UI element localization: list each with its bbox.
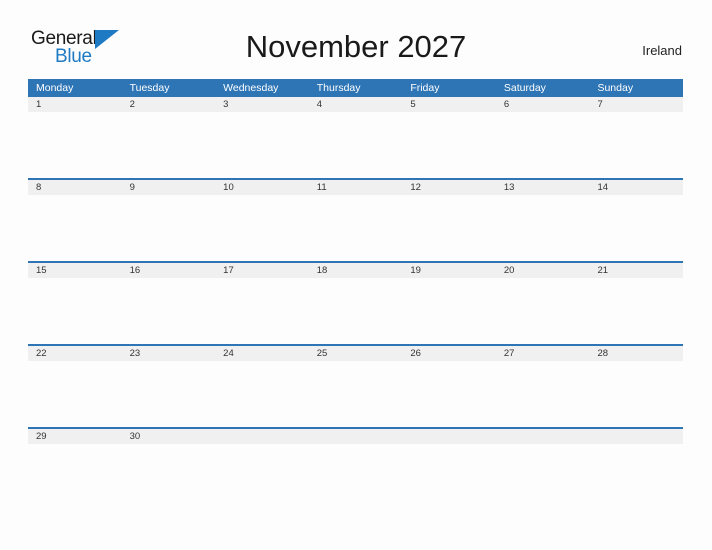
weekday-header-tuesday: Tuesday xyxy=(129,82,170,94)
day-cell-number[interactable]: 29 xyxy=(28,429,122,444)
day-cell-number[interactable]: 23 xyxy=(122,346,216,361)
calendar-week-row: 1 2 3 4 5 6 7 xyxy=(28,97,683,178)
day-cell-number[interactable]: 26 xyxy=(402,346,496,361)
day-cell-number[interactable]: 9 xyxy=(122,180,216,195)
day-cell-number[interactable]: 3 xyxy=(215,97,309,112)
calendar-page: General Blue November 2027 Ireland Monda… xyxy=(0,0,712,550)
weekday-header-thursday: Thursday xyxy=(316,82,361,94)
calendar-week-row: 22 23 24 25 26 27 28 xyxy=(28,346,683,427)
week-event-area[interactable] xyxy=(28,112,683,178)
day-cell-number[interactable]: 19 xyxy=(402,263,496,278)
page-header: General Blue November 2027 Ireland xyxy=(0,22,712,74)
calendar-week-row: 8 9 10 11 12 13 14 xyxy=(28,180,683,261)
weekday-header-row: Monday Tuesday Wednesday Thursday Friday… xyxy=(28,79,683,97)
day-cell-number[interactable]: 5 xyxy=(402,97,496,112)
weekday-header-sunday: Sunday xyxy=(597,82,634,94)
day-cell-number[interactable]: 16 xyxy=(122,263,216,278)
day-cell-number[interactable]: 1 xyxy=(28,97,122,112)
day-cell-number[interactable]: 10 xyxy=(215,180,309,195)
day-cell-number[interactable]: 7 xyxy=(589,97,683,112)
day-cell-number[interactable]: 11 xyxy=(309,180,403,195)
week-event-area[interactable] xyxy=(28,195,683,261)
day-cell-number[interactable]: 18 xyxy=(309,263,403,278)
day-cell-number[interactable]: 28 xyxy=(589,346,683,361)
locale-label: Ireland xyxy=(642,43,682,58)
week-event-area[interactable] xyxy=(28,361,683,427)
date-strip: 22 23 24 25 26 27 28 xyxy=(28,346,683,361)
weekday-header-saturday: Saturday xyxy=(503,82,546,94)
week-event-area[interactable] xyxy=(28,444,683,484)
day-cell-number[interactable]: 12 xyxy=(402,180,496,195)
calendar-week-row: 15 16 17 18 19 20 21 xyxy=(28,263,683,344)
day-cell-number[interactable]: 22 xyxy=(28,346,122,361)
date-strip: 8 9 10 11 12 13 14 xyxy=(28,180,683,195)
day-cell-number[interactable]: 4 xyxy=(309,97,403,112)
day-cell-number[interactable] xyxy=(215,429,309,444)
day-cell-number[interactable]: 20 xyxy=(496,263,590,278)
day-cell-number[interactable]: 25 xyxy=(309,346,403,361)
weekday-header-friday: Friday xyxy=(410,82,440,94)
weekday-header-monday: Monday xyxy=(36,82,74,94)
day-cell-number[interactable]: 14 xyxy=(589,180,683,195)
day-cell-number[interactable]: 30 xyxy=(122,429,216,444)
day-cell-number[interactable] xyxy=(589,429,683,444)
day-cell-number[interactable]: 21 xyxy=(589,263,683,278)
day-cell-number[interactable]: 17 xyxy=(215,263,309,278)
day-cell-number[interactable] xyxy=(496,429,590,444)
weekday-header-wednesday: Wednesday xyxy=(223,82,279,94)
date-strip: 1 2 3 4 5 6 7 xyxy=(28,97,683,112)
day-cell-number[interactable]: 2 xyxy=(122,97,216,112)
date-strip: 15 16 17 18 19 20 21 xyxy=(28,263,683,278)
page-title: November 2027 xyxy=(245,29,467,64)
day-cell-number[interactable]: 6 xyxy=(496,97,590,112)
day-cell-number[interactable]: 13 xyxy=(496,180,590,195)
day-cell-number[interactable]: 24 xyxy=(215,346,309,361)
day-cell-number[interactable] xyxy=(309,429,403,444)
day-cell-number[interactable] xyxy=(402,429,496,444)
day-cell-number[interactable]: 15 xyxy=(28,263,122,278)
calendar-week-row: 29 30 xyxy=(28,429,683,484)
week-event-area[interactable] xyxy=(28,278,683,344)
day-cell-number[interactable]: 27 xyxy=(496,346,590,361)
date-strip: 29 30 xyxy=(28,429,683,444)
day-cell-number[interactable]: 8 xyxy=(28,180,122,195)
calendar-grid: Monday Tuesday Wednesday Thursday Friday… xyxy=(28,79,683,484)
